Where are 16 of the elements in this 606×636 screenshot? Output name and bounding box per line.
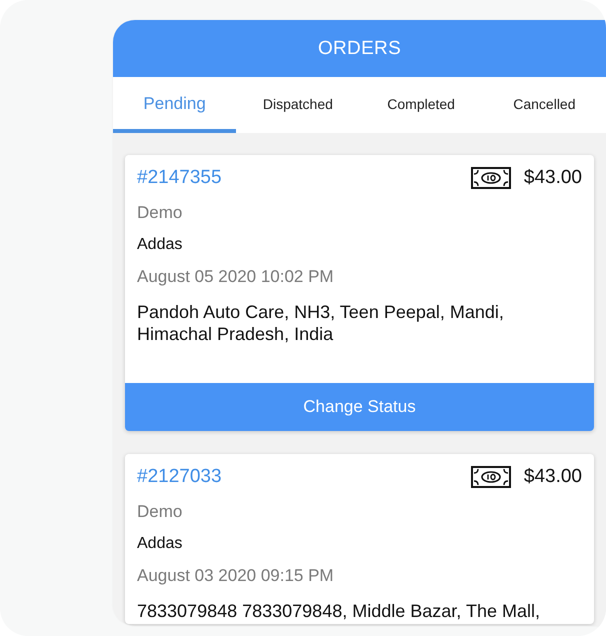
store-name: Addas — [137, 235, 184, 255]
customer-name: Demo — [137, 501, 184, 523]
customer-name: Demo — [137, 202, 184, 224]
change-status-button[interactable]: Change Status — [125, 383, 594, 431]
banknote-icon — [470, 466, 511, 488]
order-amount: $43.00 — [524, 167, 582, 189]
order-number[interactable]: #2127033 — [137, 466, 222, 488]
delivery-address: Pandoh Auto Care, NH3, Teen Peepal, Mandi, Himachal Pradesh, India — [137, 301, 505, 345]
delivery-address: 7833079848 7833079848, Middle Bazar, The Mall, — [137, 600, 541, 622]
banknote-icon — [470, 167, 511, 189]
order-number[interactable]: #2147355 — [137, 167, 222, 189]
order-amount: $43.00 — [524, 466, 582, 488]
store-name: Addas — [137, 534, 184, 554]
order-date: August 03 2020 09:15 PM — [137, 565, 335, 587]
order-date: August 05 2020 10:02 PM — [137, 266, 335, 288]
screen-title: ORDERS — [318, 38, 402, 60]
